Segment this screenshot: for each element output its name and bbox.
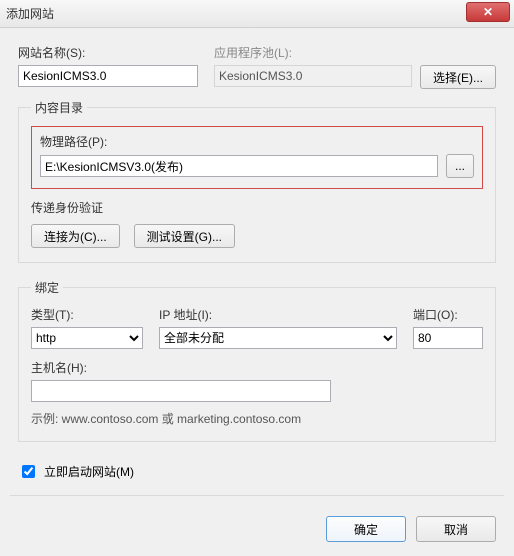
hostname-example: 示例: www.contoso.com 或 marketing.contoso.… — [31, 410, 483, 427]
start-now-checkbox[interactable] — [22, 465, 35, 478]
dialog-footer: 确定 取消 — [326, 516, 496, 542]
physical-path-label: 物理路径(P): — [40, 133, 474, 150]
passthrough-auth-label: 传递身份验证 — [31, 199, 483, 216]
cancel-button[interactable]: 取消 — [416, 516, 496, 542]
ip-label: IP 地址(I): — [159, 306, 397, 323]
port-input[interactable] — [413, 327, 483, 349]
physical-path-highlight: 物理路径(P): ... — [31, 126, 483, 189]
close-button[interactable]: ✕ — [466, 2, 510, 22]
app-pool-label: 应用程序池(L): — [214, 44, 496, 61]
titlebar: 添加网站 ✕ — [0, 0, 514, 28]
site-name-label: 网站名称(S): — [18, 44, 198, 61]
physical-path-input[interactable] — [40, 155, 438, 177]
type-select[interactable]: http — [31, 327, 143, 349]
port-label: 端口(O): — [413, 306, 483, 323]
hostname-label: 主机名(H): — [31, 359, 483, 376]
window-title: 添加网站 — [6, 5, 54, 22]
content-directory-group: 内容目录 物理路径(P): ... 传递身份验证 连接为(C)... 测试设置(… — [18, 99, 496, 263]
app-pool-input — [214, 65, 412, 87]
content-directory-legend: 内容目录 — [31, 99, 87, 116]
binding-group: 绑定 类型(T): http IP 地址(I): 全部未分配 端口(O): 主机… — [18, 279, 496, 442]
start-now-label: 立即启动网站(M) — [44, 463, 134, 480]
test-settings-button[interactable]: 测试设置(G)... — [134, 224, 235, 248]
hostname-input[interactable] — [31, 380, 331, 402]
connect-as-button[interactable]: 连接为(C)... — [31, 224, 120, 248]
site-name-input[interactable] — [18, 65, 198, 87]
binding-legend: 绑定 — [31, 279, 63, 296]
ip-select[interactable]: 全部未分配 — [159, 327, 397, 349]
type-label: 类型(T): — [31, 306, 143, 323]
select-app-pool-button[interactable]: 选择(E)... — [420, 65, 496, 89]
browse-button[interactable]: ... — [446, 154, 474, 178]
dialog-content: 网站名称(S): 应用程序池(L): 选择(E)... 内容目录 物理路径(P)… — [0, 28, 514, 442]
ok-button[interactable]: 确定 — [326, 516, 406, 542]
